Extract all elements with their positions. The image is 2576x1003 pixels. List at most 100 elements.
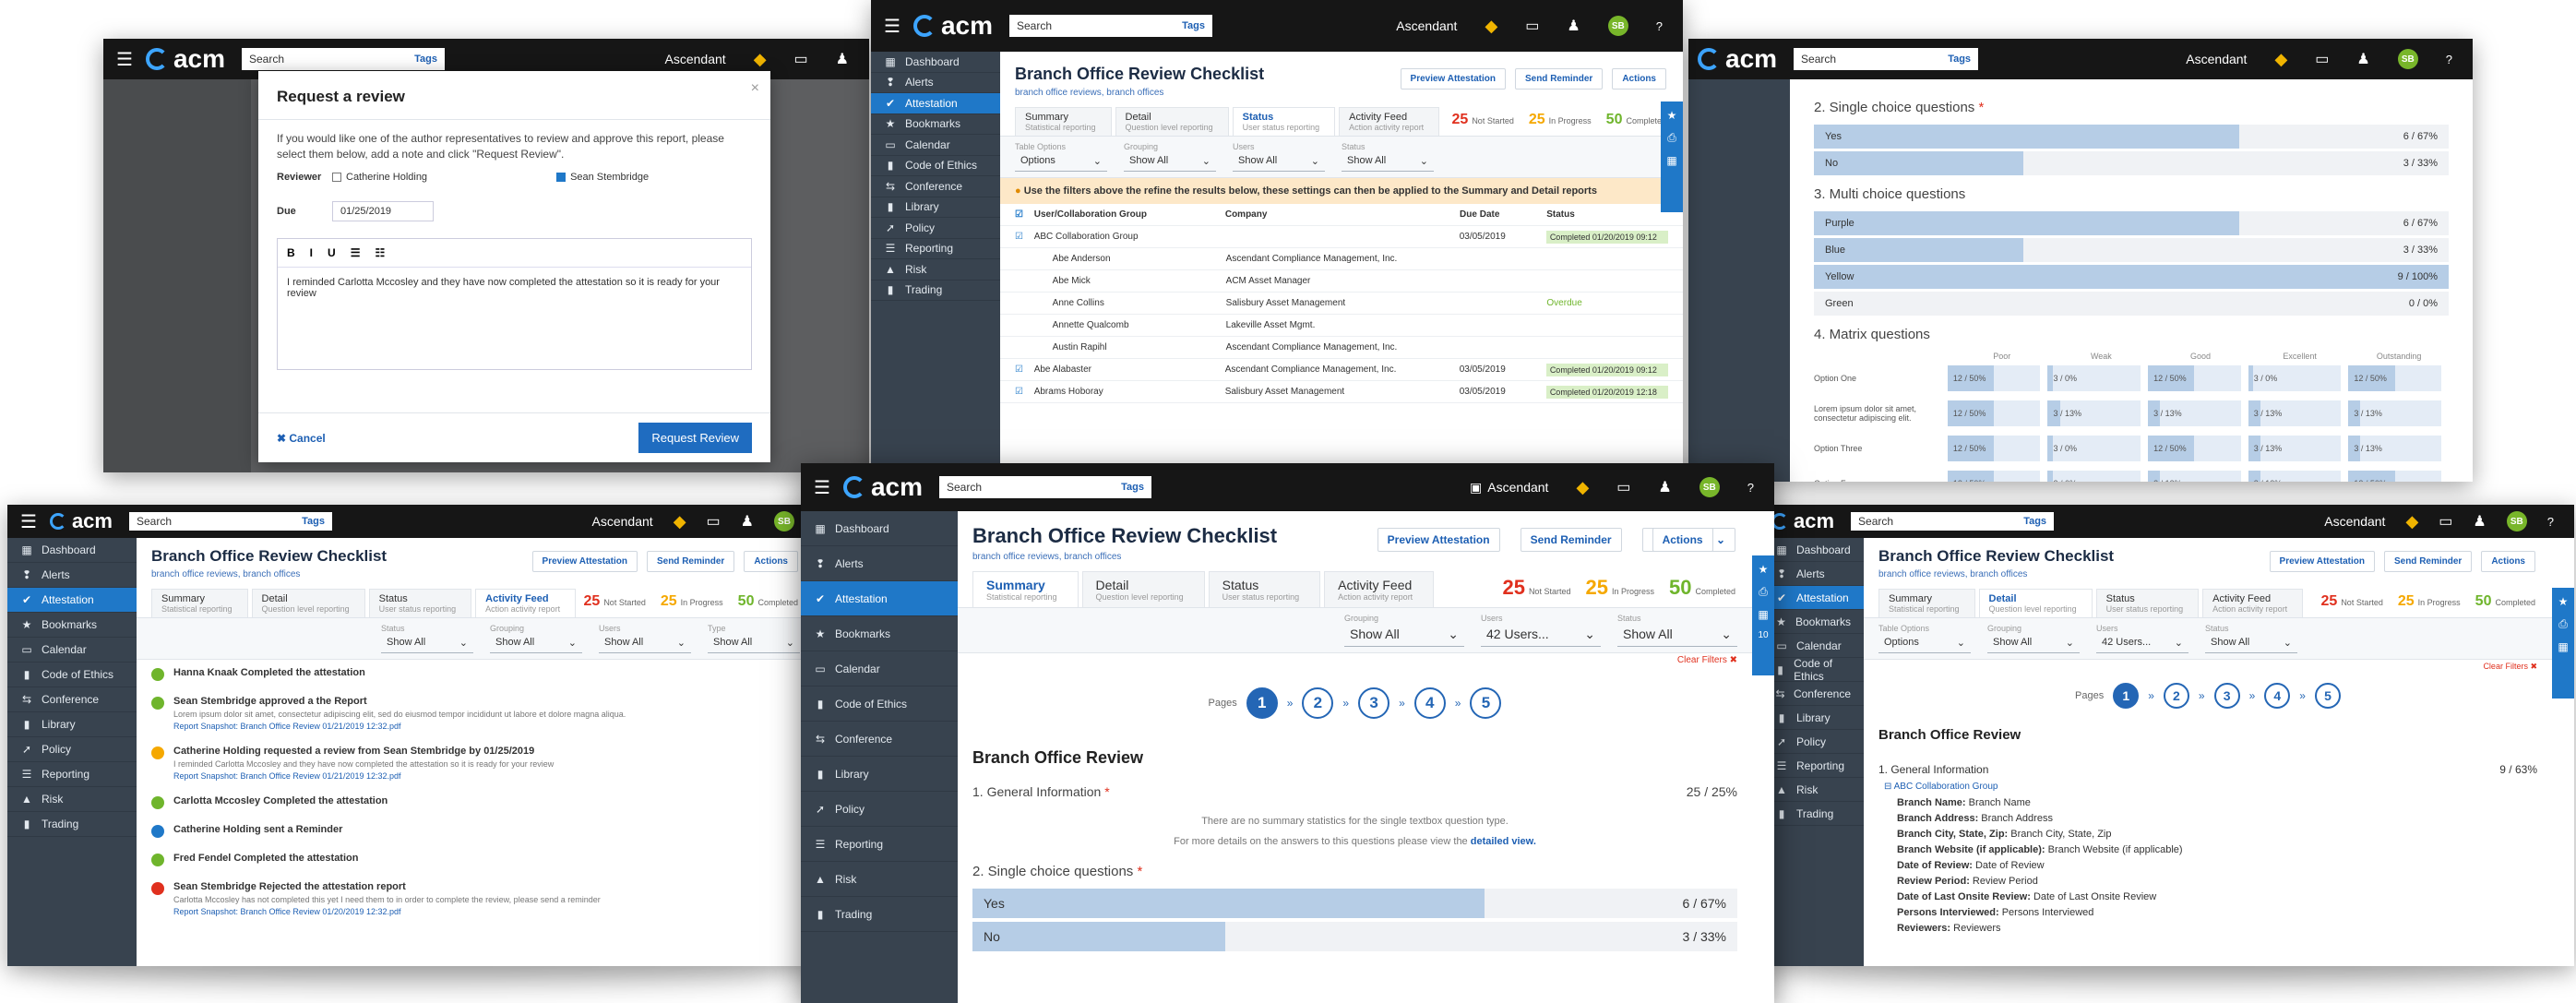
preview-attestation-button[interactable]: Preview Attestation bbox=[1377, 528, 1500, 552]
filter-grouping[interactable]: Grouping Show All ⌄ bbox=[490, 624, 582, 653]
acm-logo[interactable]: acm bbox=[1698, 44, 1777, 74]
tab-activity-feed[interactable]: Activity Feed Action activity report bbox=[1339, 107, 1440, 136]
sidebar-item-conference[interactable]: ⇆ Conference bbox=[1762, 682, 1864, 706]
table-row[interactable]: ☑ Abe Alabaster Ascendant Compliance Manag… bbox=[1000, 359, 1683, 381]
sidebar-item-code-of-ethics[interactable]: ▮ Code of Ethics bbox=[871, 156, 1000, 176]
menu-icon[interactable]: ☰ bbox=[801, 476, 843, 499]
user-avatar[interactable]: SB bbox=[2506, 511, 2527, 531]
number-list-button[interactable]: ☷ bbox=[375, 246, 385, 259]
org-switcher[interactable]: ▣ Ascendant bbox=[1470, 480, 1548, 496]
page-2-button[interactable]: 2 bbox=[1302, 687, 1334, 719]
sidebar-item-bookmarks[interactable]: ★ Bookmarks bbox=[801, 616, 958, 651]
search-input[interactable]: Search Tags bbox=[241, 48, 445, 70]
sidebar-item-bookmarks[interactable]: ★ Bookmarks bbox=[1762, 610, 1864, 634]
request-review-button[interactable]: Request Review bbox=[638, 423, 752, 453]
sidebar-item-calendar[interactable]: ▭ Calendar bbox=[1762, 634, 1864, 658]
menu-icon[interactable]: ☰ bbox=[103, 48, 146, 71]
filter-table-options[interactable]: Table Options Options ⌄ bbox=[1015, 142, 1107, 172]
search-input[interactable]: Search Tags bbox=[1851, 512, 2055, 531]
tab-summary[interactable]: Summary Statistical reporting bbox=[1015, 107, 1112, 136]
actions-dropdown[interactable]: Actions bbox=[2481, 551, 2535, 572]
sidebar-item-library[interactable]: ▮ Library bbox=[801, 757, 958, 792]
sidebar-item-alerts[interactable]: ❢ Alerts bbox=[1762, 562, 1864, 586]
table-row[interactable]: Anne Collins Salisbury Asset Management Ov… bbox=[1000, 293, 1683, 315]
page-3-button[interactable]: 3 bbox=[1358, 687, 1390, 719]
table-row[interactable]: Annette Qualcomb Lakeville Asset Mgmt. bbox=[1000, 315, 1683, 337]
tab-detail[interactable]: Detail Question level reporting bbox=[1081, 571, 1205, 607]
sidebar-item-code-of-ethics[interactable]: ▮ Code of Ethics bbox=[7, 663, 137, 687]
bold-button[interactable]: B bbox=[287, 246, 295, 259]
report-snapshot-link[interactable]: Report Snapshot: Branch Office Review 01… bbox=[173, 722, 626, 731]
page-5-button[interactable]: 5 bbox=[1470, 687, 1502, 719]
sidebar-item-risk[interactable]: ▲ Risk bbox=[1762, 778, 1864, 802]
send-reminder-button[interactable]: Send Reminder bbox=[1514, 68, 1604, 90]
filter-users[interactable]: Users 42 Users... ⌄ bbox=[2096, 624, 2188, 653]
sidebar-item-alerts[interactable]: ❢ Alerts bbox=[871, 73, 1000, 93]
tab-status[interactable]: Status User status reporting bbox=[368, 589, 472, 617]
page-2-button[interactable]: 2 bbox=[2163, 683, 2189, 709]
table-row[interactable]: Austin Rapihl Ascendant Compliance Manage… bbox=[1000, 337, 1683, 359]
note-editor[interactable]: B I U ☰ ☷ I reminded Carlotta Mccosley a… bbox=[277, 237, 752, 370]
page-5-button[interactable]: 5 bbox=[2314, 683, 2341, 709]
sidebar-item-calendar[interactable]: ▭ Calendar bbox=[871, 135, 1000, 156]
help-icon[interactable]: ? bbox=[1656, 19, 1663, 33]
menu-icon[interactable]: ☰ bbox=[7, 510, 50, 533]
sidebar-item-trading[interactable]: ▮ Trading bbox=[801, 897, 958, 932]
calendar-icon[interactable]: ▦ bbox=[1666, 154, 1676, 167]
preview-attestation-button[interactable]: Preview Attestation bbox=[1400, 68, 1506, 90]
tab-detail[interactable]: Detail Question level reporting bbox=[1115, 107, 1229, 136]
sidebar-item-calendar[interactable]: ▭ Calendar bbox=[801, 651, 958, 687]
sidebar-item-trading[interactable]: ▮ Trading bbox=[1762, 802, 1864, 826]
print-icon[interactable]: ⎙ bbox=[2558, 617, 2568, 631]
sidebar-item-reporting[interactable]: ☰ Reporting bbox=[1762, 754, 1864, 778]
window-icon[interactable]: ▭ bbox=[1616, 478, 1630, 496]
actions-dropdown[interactable]: Actions bbox=[744, 551, 798, 572]
sidebar-item-dashboard[interactable]: ▦ Dashboard bbox=[1762, 538, 1864, 562]
tab-activity-feed[interactable]: Activity Feed Action activity report bbox=[475, 589, 577, 617]
sidebar-item-risk[interactable]: ▲ Risk bbox=[7, 787, 137, 812]
sidebar-item-calendar[interactable]: ▭ Calendar bbox=[7, 638, 137, 663]
underline-button[interactable]: U bbox=[328, 246, 336, 259]
row-checkbox[interactable]: ☑ bbox=[1015, 387, 1034, 397]
user-icon[interactable]: ♟ bbox=[1658, 478, 1671, 496]
tab-status[interactable]: Status User status reporting bbox=[1232, 107, 1336, 136]
acm-logo[interactable]: acm bbox=[1771, 509, 1834, 533]
report-snapshot-link[interactable]: Report Snapshot: Branch Office Review 01… bbox=[173, 907, 601, 916]
table-row[interactable]: Abe Mick ACM Asset Manager bbox=[1000, 270, 1683, 293]
window-icon[interactable]: ▭ bbox=[2315, 50, 2329, 68]
user-icon[interactable]: ♟ bbox=[836, 50, 849, 68]
cancel-button[interactable]: ✖ Cancel bbox=[277, 432, 326, 445]
sidebar-item-trading[interactable]: ▮ Trading bbox=[7, 812, 137, 837]
sidebar-item-conference[interactable]: ⇆ Conference bbox=[7, 687, 137, 712]
sidebar-item-dashboard[interactable]: ▦ Dashboard bbox=[7, 538, 137, 563]
report-snapshot-link[interactable]: Report Snapshot: Branch Office Review 01… bbox=[173, 771, 554, 781]
sidebar-item-policy[interactable]: ➚ Policy bbox=[871, 218, 1000, 239]
close-icon[interactable]: × bbox=[751, 80, 759, 97]
sidebar-item-policy[interactable]: ➚ Policy bbox=[801, 792, 958, 827]
org-switcher[interactable]: Ascendant bbox=[1396, 18, 1457, 33]
sidebar-item-reporting[interactable]: ☰ Reporting bbox=[7, 762, 137, 787]
page-1-button[interactable]: 1 bbox=[2113, 683, 2140, 709]
group-link[interactable]: ⊟ ABC Collaboration Group bbox=[1884, 782, 2537, 792]
user-icon[interactable]: ♟ bbox=[1567, 17, 1580, 35]
row-checkbox[interactable]: ☑ bbox=[1015, 232, 1034, 242]
filter-grouping[interactable]: Grouping Show All ⌄ bbox=[1344, 614, 1464, 647]
filter-table-options[interactable]: Table Options Options ⌄ bbox=[1878, 624, 1971, 653]
user-icon[interactable]: ♟ bbox=[2356, 50, 2369, 68]
sidebar-item-bookmarks[interactable]: ★ Bookmarks bbox=[871, 114, 1000, 135]
due-date-field[interactable]: 01/25/2019 bbox=[332, 200, 434, 221]
star-icon[interactable]: ★ bbox=[1759, 563, 1769, 576]
star-icon[interactable]: ★ bbox=[2558, 595, 2569, 608]
help-icon[interactable]: ? bbox=[2547, 515, 2554, 529]
help-icon[interactable]: ? bbox=[2446, 53, 2452, 66]
sidebar-item-library[interactable]: ▮ Library bbox=[871, 197, 1000, 218]
detailed-view-link[interactable]: detailed view. bbox=[1471, 836, 1536, 847]
sidebar-item-risk[interactable]: ▲ Risk bbox=[871, 259, 1000, 281]
search-input[interactable]: Search Tags bbox=[938, 476, 1151, 498]
help-icon[interactable]: ? bbox=[1747, 481, 1754, 495]
filter-grouping[interactable]: Grouping Show All ⌄ bbox=[1987, 624, 2080, 653]
sidebar-item-attestation[interactable]: ✔ Attestation bbox=[7, 588, 137, 613]
user-avatar[interactable]: SB bbox=[1607, 16, 1628, 36]
sidebar-item-risk[interactable]: ▲ Risk bbox=[801, 862, 958, 897]
sidebar-item-conference[interactable]: ⇆ Conference bbox=[871, 176, 1000, 197]
